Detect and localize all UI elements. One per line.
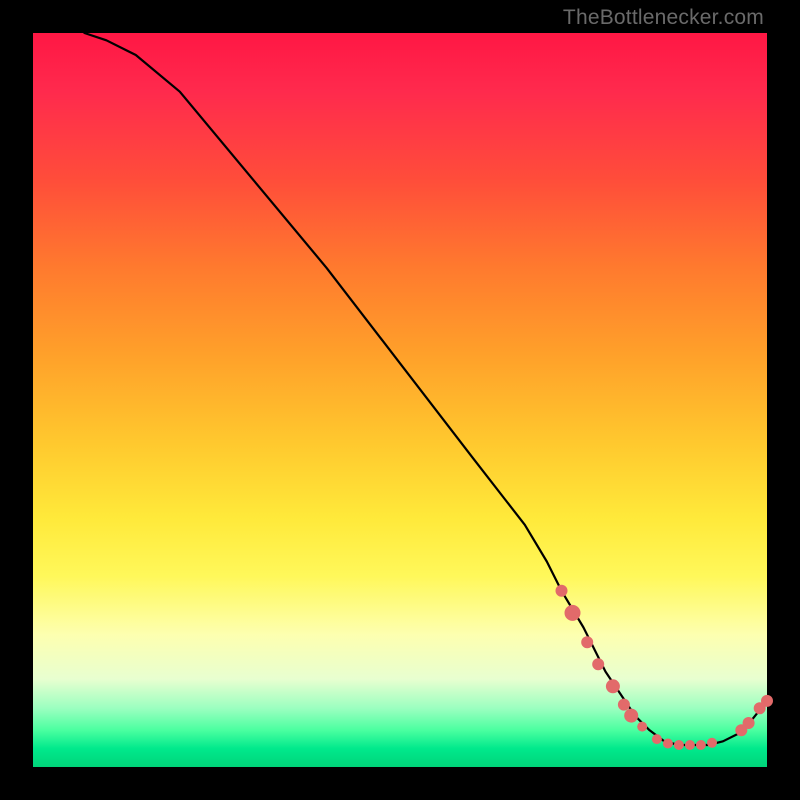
marker-dot <box>606 679 620 693</box>
marker-dot <box>565 605 581 621</box>
marker-dot <box>556 585 568 597</box>
marker-dot <box>652 734 662 744</box>
marker-dot <box>581 636 593 648</box>
marker-dot <box>663 739 673 749</box>
marker-dot <box>696 740 706 750</box>
marker-dot <box>707 738 717 748</box>
marker-dot <box>674 740 684 750</box>
marker-dot <box>637 722 647 732</box>
attribution-text: TheBottlenecker.com <box>563 6 764 30</box>
chart-frame: TheBottlenecker.com <box>0 0 800 800</box>
marker-dot <box>618 699 630 711</box>
highlight-markers <box>556 585 774 750</box>
curve-layer <box>33 33 767 767</box>
marker-dot <box>592 658 604 670</box>
marker-dot <box>761 695 773 707</box>
marker-dot <box>743 717 755 729</box>
plot-area <box>33 33 767 767</box>
bottleneck-curve <box>84 33 767 745</box>
marker-dot <box>624 709 638 723</box>
marker-dot <box>685 740 695 750</box>
